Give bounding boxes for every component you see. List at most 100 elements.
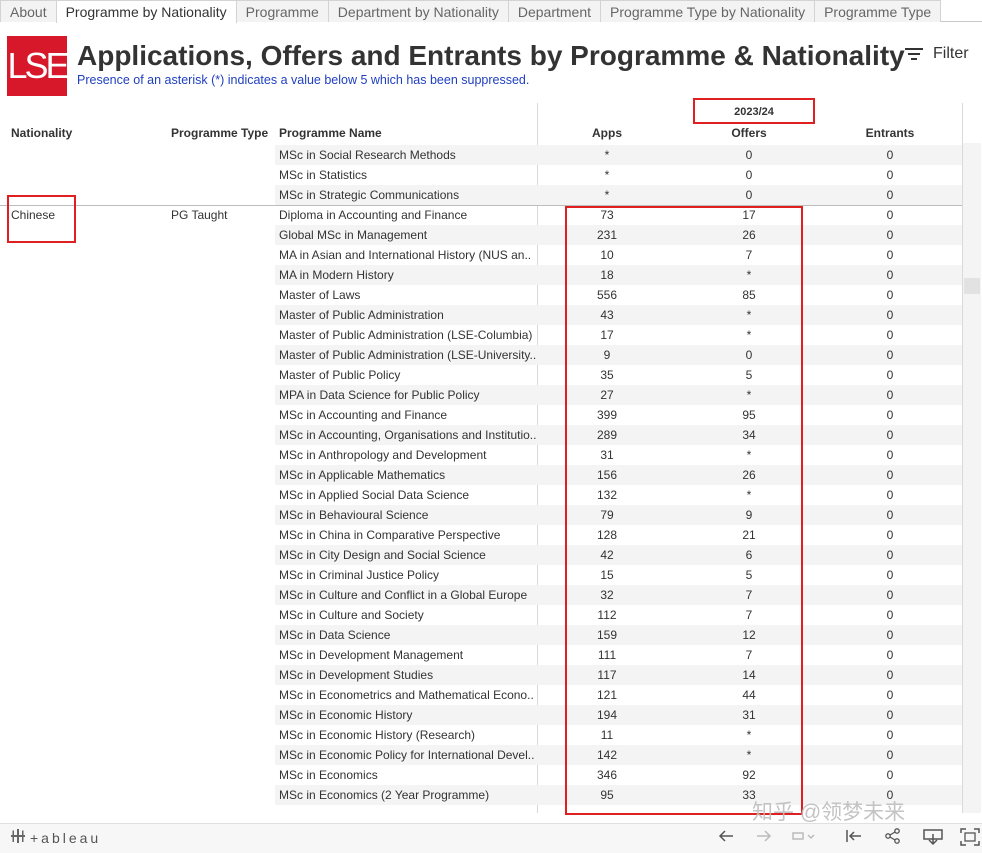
programme-name-cell[interactable]: MSc in Econometrics and Mathematical Eco… [279,685,537,705]
programme-type-cell[interactable]: PG Taught [171,208,227,222]
table-row[interactable]: MPA in Data Science for Public Policy 27 *… [0,385,962,405]
programme-name-cell[interactable]: MSc in Statistics [279,165,537,185]
table-row[interactable]: MSc in Econometrics and Mathematical Eco… [0,685,962,705]
table-row[interactable]: MA in Asian and International History (N… [0,245,962,265]
entrants-cell[interactable]: 0 [850,305,930,325]
programme-name-cell[interactable]: MSc in Data Science [279,625,537,645]
tab-department[interactable]: Department [507,0,602,22]
entrants-cell[interactable]: 0 [850,605,930,625]
tab-programme[interactable]: Programme [235,0,329,22]
entrants-cell[interactable]: 0 [850,265,930,285]
entrants-cell[interactable]: 0 [850,225,930,245]
entrants-cell[interactable]: 0 [850,485,930,505]
offers-cell[interactable]: 0 [700,165,798,185]
programme-name-cell[interactable]: Master of Public Policy [279,365,537,385]
table-row[interactable]: MSc in Accounting and Finance 399 95 0 [0,405,962,425]
share-icon[interactable] [884,828,902,849]
table-row[interactable]: MSc in Culture and Society 112 7 0 [0,605,962,625]
fullscreen-icon[interactable] [960,828,980,851]
table-row[interactable]: MSc in China in Comparative Perspective 1… [0,525,962,545]
table-row[interactable]: Master of Public Administration (LSE-Uni… [0,345,962,365]
apps-cell[interactable]: * [568,185,646,205]
table-row[interactable]: Master of Public Administration 43 * 0 [0,305,962,325]
programme-name-cell[interactable]: Diploma in Accounting and Finance [279,205,537,225]
undo-icon[interactable] [717,828,735,849]
programme-name-cell[interactable]: MSc in Economic History [279,705,537,725]
entrants-cell[interactable]: 0 [850,165,930,185]
entrants-cell[interactable]: 0 [850,565,930,585]
entrants-cell[interactable]: 0 [850,705,930,725]
programme-name-cell[interactable]: MSc in China in Comparative Perspective [279,525,537,545]
table-row[interactable]: MSc in Development Management 111 7 0 [0,645,962,665]
entrants-cell[interactable]: 0 [850,445,930,465]
entrants-cell[interactable]: 0 [850,765,930,785]
entrants-cell[interactable]: 0 [850,385,930,405]
programme-name-cell[interactable]: MSc in Applied Social Data Science [279,485,537,505]
table-row[interactable]: MSc in Anthropology and Development 31 * 0 [0,445,962,465]
entrants-cell[interactable]: 0 [850,145,930,165]
tab-programme-by-nationality[interactable]: Programme by Nationality [55,0,237,23]
entrants-cell[interactable]: 0 [850,585,930,605]
entrants-cell[interactable]: 0 [850,505,930,525]
table-row[interactable]: MSc in Development Studies 117 14 0 [0,665,962,685]
programme-name-cell[interactable]: MSc in Accounting and Finance [279,405,537,425]
entrants-cell[interactable]: 0 [850,525,930,545]
download-icon[interactable] [922,828,944,851]
programme-name-cell[interactable]: MSc in Culture and Conflict in a Global … [279,585,537,605]
table-row[interactable]: MSc in Culture and Conflict in a Global … [0,585,962,605]
col-header-offers[interactable]: Offers [700,126,798,140]
revert-icon[interactable] [790,828,816,849]
programme-name-cell[interactable]: Master of Public Administration (LSE-Uni… [279,345,537,365]
entrants-cell[interactable]: 0 [850,465,930,485]
col-header-programme-type[interactable]: Programme Type [171,126,268,140]
table-row[interactable]: MSc in Criminal Justice Policy 15 5 0 [0,565,962,585]
programme-name-cell[interactable]: Master of Public Administration [279,305,537,325]
entrants-cell[interactable]: 0 [850,625,930,645]
entrants-cell[interactable]: 0 [850,325,930,345]
table-row[interactable]: MSc in Statistics * 0 0 [0,165,962,185]
programme-name-cell[interactable]: MSc in Criminal Justice Policy [279,565,537,585]
programme-name-cell[interactable]: MSc in Accounting, Organisations and Ins… [279,425,537,445]
table-row[interactable]: Master of Public Administration (LSE-Col… [0,325,962,345]
programme-name-cell[interactable]: MSc in Social Research Methods [279,145,537,165]
col-header-nationality[interactable]: Nationality [11,126,72,140]
programme-name-cell[interactable]: MSc in City Design and Social Science [279,545,537,565]
table-row[interactable]: MSc in Economic History 194 31 0 [0,705,962,725]
col-header-entrants[interactable]: Entrants [850,126,930,140]
programme-name-cell[interactable]: MSc in Behavioural Science [279,505,537,525]
entrants-cell[interactable]: 0 [850,725,930,745]
apps-cell[interactable]: * [568,145,646,165]
entrants-cell[interactable]: 0 [850,745,930,765]
programme-name-cell[interactable]: MSc in Anthropology and Development [279,445,537,465]
offers-cell[interactable]: 0 [700,185,798,205]
table-row[interactable]: Master of Public Policy 35 5 0 [0,365,962,385]
entrants-cell[interactable]: 0 [850,345,930,365]
entrants-cell[interactable]: 0 [850,685,930,705]
col-header-programme-name[interactable]: Programme Name [279,126,382,140]
tab-programme-type[interactable]: Programme Type [814,0,942,22]
filter-button[interactable]: Filter [905,45,969,63]
programme-name-cell[interactable]: MA in Modern History [279,265,537,285]
redo-icon[interactable] [755,828,773,849]
tab-about[interactable]: About [0,0,57,22]
table-row[interactable]: MSc in Economic History (Research) 11 * 0 [0,725,962,745]
table-row[interactable]: MSc in City Design and Social Science 42 6… [0,545,962,565]
apps-cell[interactable]: * [568,165,646,185]
programme-name-cell[interactable]: Master of Public Administration (LSE-Col… [279,325,537,345]
programme-name-cell[interactable]: Master of Laws [279,285,537,305]
table-row[interactable]: MSc in Economic Policy for International… [0,745,962,765]
entrants-cell[interactable]: 0 [850,365,930,385]
table-row[interactable]: MSc in Data Science 159 12 0 [0,625,962,645]
table-row[interactable]: MSc in Social Research Methods * 0 0 [0,145,962,165]
table-row[interactable]: MSc in Behavioural Science 79 9 0 [0,505,962,525]
entrants-cell[interactable]: 0 [850,665,930,685]
entrants-cell[interactable]: 0 [850,545,930,565]
programme-name-cell[interactable]: MPA in Data Science for Public Policy [279,385,537,405]
programme-name-cell[interactable]: MSc in Culture and Society [279,605,537,625]
programme-name-cell[interactable]: MSc in Applicable Mathematics [279,465,537,485]
tab-programme-type-by-nationality[interactable]: Programme Type by Nationality [600,0,816,22]
programme-name-cell[interactable]: Global MSc in Management [279,225,537,245]
entrants-cell[interactable]: 0 [850,205,930,225]
programme-name-cell[interactable]: MA in Asian and International History (N… [279,245,537,265]
reset-icon[interactable] [845,828,863,849]
